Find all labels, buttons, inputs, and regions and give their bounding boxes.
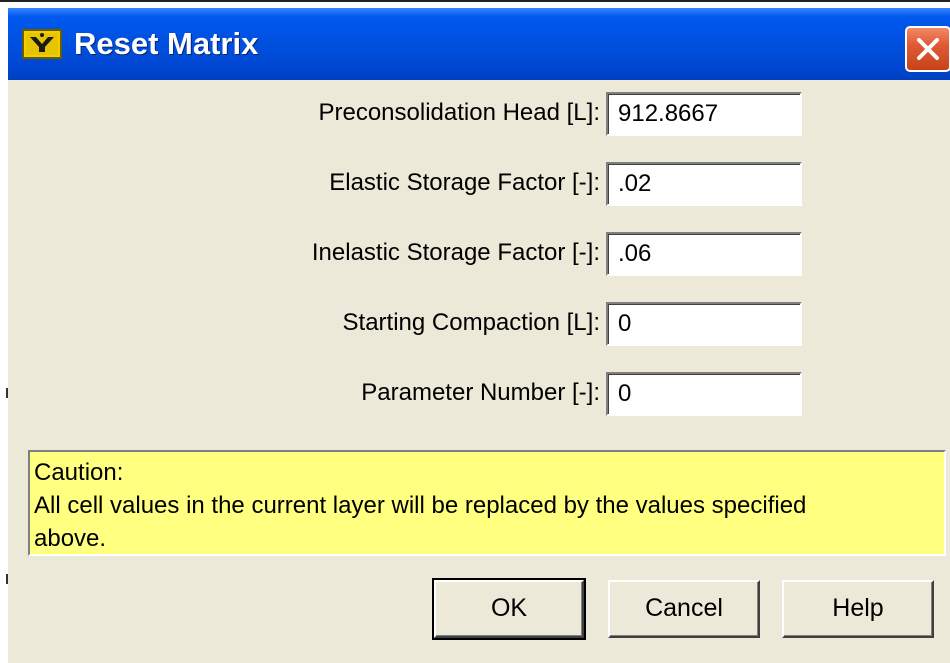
close-icon	[917, 38, 939, 60]
help-button[interactable]: Help	[782, 580, 934, 638]
field-row-elastic-storage-factor: Elastic Storage Factor [-]:	[8, 162, 600, 206]
elastic-storage-factor-label: Elastic Storage Factor [-]:	[329, 169, 600, 196]
title-bar[interactable]: Reset Matrix	[8, 8, 950, 80]
cancel-button[interactable]: Cancel	[608, 580, 760, 638]
caution-box: Caution: All cell values in the current …	[28, 450, 946, 556]
app-icon	[22, 28, 62, 60]
caution-message-continued: above.	[34, 525, 107, 552]
field-row-preconsolidation-head: Preconsolidation Head [L]:	[8, 92, 600, 136]
dialog-body: Preconsolidation Head [L]: Elastic Stora…	[8, 80, 950, 663]
starting-compaction-label: Starting Compaction [L]:	[342, 309, 600, 336]
elastic-storage-factor-input[interactable]	[606, 162, 802, 206]
preconsolidation-head-label: Preconsolidation Head [L]:	[318, 99, 600, 126]
caution-heading: Caution:	[34, 459, 124, 486]
parameter-number-label: Parameter Number [-]:	[361, 379, 600, 406]
field-row-inelastic-storage-factor: Inelastic Storage Factor [-]:	[8, 232, 600, 276]
caution-message: All cell values in the current layer wil…	[34, 492, 807, 519]
parameter-number-input[interactable]	[606, 372, 802, 416]
inelastic-storage-factor-input[interactable]	[606, 232, 802, 276]
inelastic-storage-factor-label: Inelastic Storage Factor [-]:	[311, 239, 600, 266]
field-row-parameter-number: Parameter Number [-]:	[8, 372, 600, 416]
dialog-title: Reset Matrix	[74, 26, 259, 61]
field-row-starting-compaction: Starting Compaction [L]:	[8, 302, 600, 346]
close-button[interactable]	[905, 26, 950, 72]
preconsolidation-head-input[interactable]	[606, 92, 802, 136]
ok-button[interactable]: OK	[432, 578, 586, 640]
starting-compaction-input[interactable]	[606, 302, 802, 346]
